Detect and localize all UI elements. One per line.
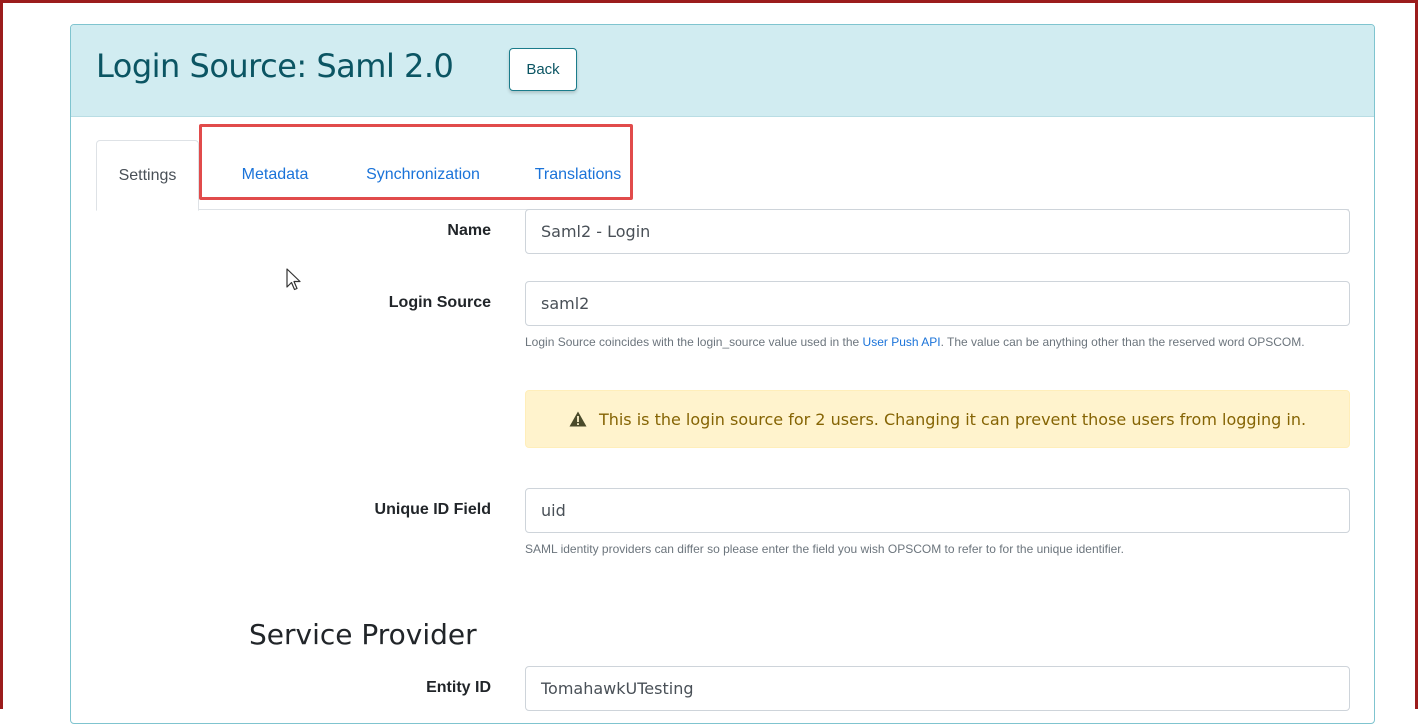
login-source-card: Login Source: Saml 2.0 Back Settings Met… — [70, 24, 1375, 724]
entity-id-input[interactable]: TomahawkUTesting — [525, 666, 1350, 711]
unique-id-label: Unique ID Field — [374, 501, 491, 518]
window-frame: Login Source: Saml 2.0 Back Settings Met… — [0, 0, 1418, 724]
tab-synchronization[interactable]: Synchronization — [344, 140, 502, 210]
page-title: Login Source: Saml 2.0 — [96, 47, 454, 85]
unique-id-input[interactable]: uid — [525, 488, 1350, 533]
login-source-help-text-end: . The value can be anything other than t… — [940, 335, 1305, 349]
login-source-warning-alert: This is the login source for 2 users. Ch… — [525, 390, 1350, 448]
login-source-help-text-start: Login Source coincides with the login_so… — [525, 335, 863, 349]
tab-metadata[interactable]: Metadata — [217, 140, 333, 210]
tab-settings[interactable]: Settings — [96, 140, 199, 211]
warning-triangle-icon — [569, 411, 587, 427]
tab-translations[interactable]: Translations — [514, 140, 642, 210]
login-source-help: Login Source coincides with the login_so… — [525, 331, 1325, 353]
name-label: Name — [447, 222, 491, 239]
service-provider-heading: Service Provider — [249, 618, 477, 651]
mouse-pointer-icon — [286, 268, 301, 291]
alert-text: This is the login source for 2 users. Ch… — [598, 409, 1307, 429]
unique-id-help: SAML identity providers can differ so pl… — [525, 542, 1124, 556]
card-header: Login Source: Saml 2.0 Back — [71, 25, 1374, 117]
entity-id-label: Entity ID — [426, 679, 491, 696]
back-button[interactable]: Back — [509, 48, 577, 91]
user-push-api-link[interactable]: User Push API — [863, 335, 941, 349]
login-source-label: Login Source — [388, 294, 491, 311]
login-source-input[interactable]: saml2 — [525, 281, 1350, 326]
name-input[interactable]: Saml2 - Login — [525, 209, 1350, 254]
tab-bar: Settings Metadata Synchronization Transl… — [96, 140, 1349, 211]
